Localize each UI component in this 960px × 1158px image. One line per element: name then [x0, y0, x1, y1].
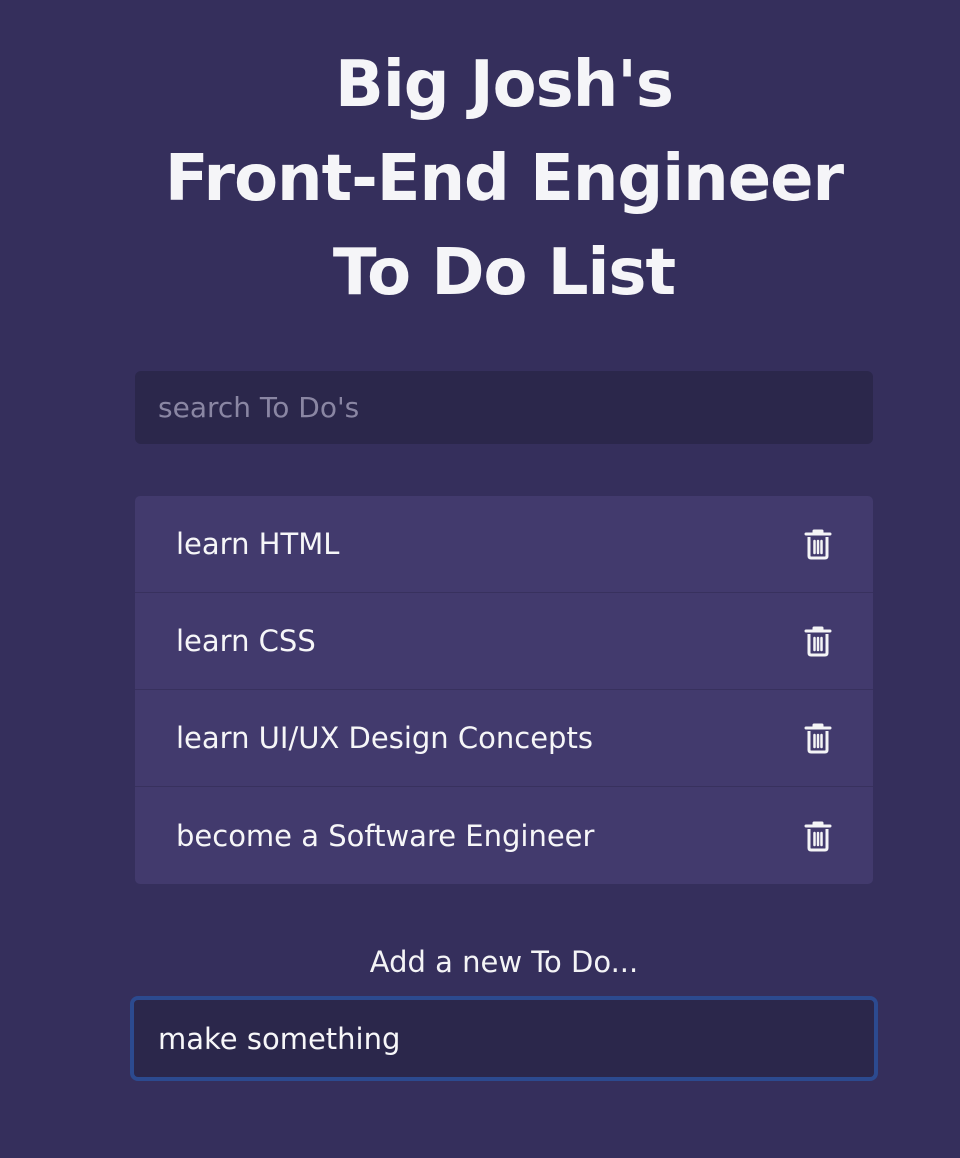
- title-line-3: To Do List: [332, 236, 676, 310]
- todo-list: learn HTML learn CSS learn UI/UX Design …: [135, 496, 873, 884]
- trash-icon[interactable]: [801, 624, 835, 658]
- todo-item: learn CSS: [135, 593, 873, 690]
- todo-label: learn UI/UX Design Concepts: [176, 721, 593, 755]
- trash-icon[interactable]: [801, 819, 835, 853]
- todo-item: become a Software Engineer: [135, 787, 873, 884]
- todo-label: learn HTML: [176, 527, 340, 561]
- trash-icon[interactable]: [801, 527, 835, 561]
- todo-item: learn UI/UX Design Concepts: [135, 690, 873, 787]
- title-line-2: Front-End Engineer: [164, 142, 844, 216]
- title-line-1: Big Josh's: [335, 48, 674, 122]
- add-todo-input[interactable]: [130, 996, 878, 1081]
- add-todo-label: Add a new To Do...: [369, 945, 639, 979]
- trash-icon[interactable]: [801, 721, 835, 755]
- page-title: Big Josh's Front-End Engineer To Do List: [0, 38, 960, 320]
- todo-label: learn CSS: [176, 624, 316, 658]
- todo-label: become a Software Engineer: [176, 818, 595, 853]
- search-input[interactable]: [135, 371, 873, 444]
- todo-app: Big Josh's Front-End Engineer To Do List…: [0, 0, 960, 1158]
- todo-item: learn HTML: [135, 496, 873, 593]
